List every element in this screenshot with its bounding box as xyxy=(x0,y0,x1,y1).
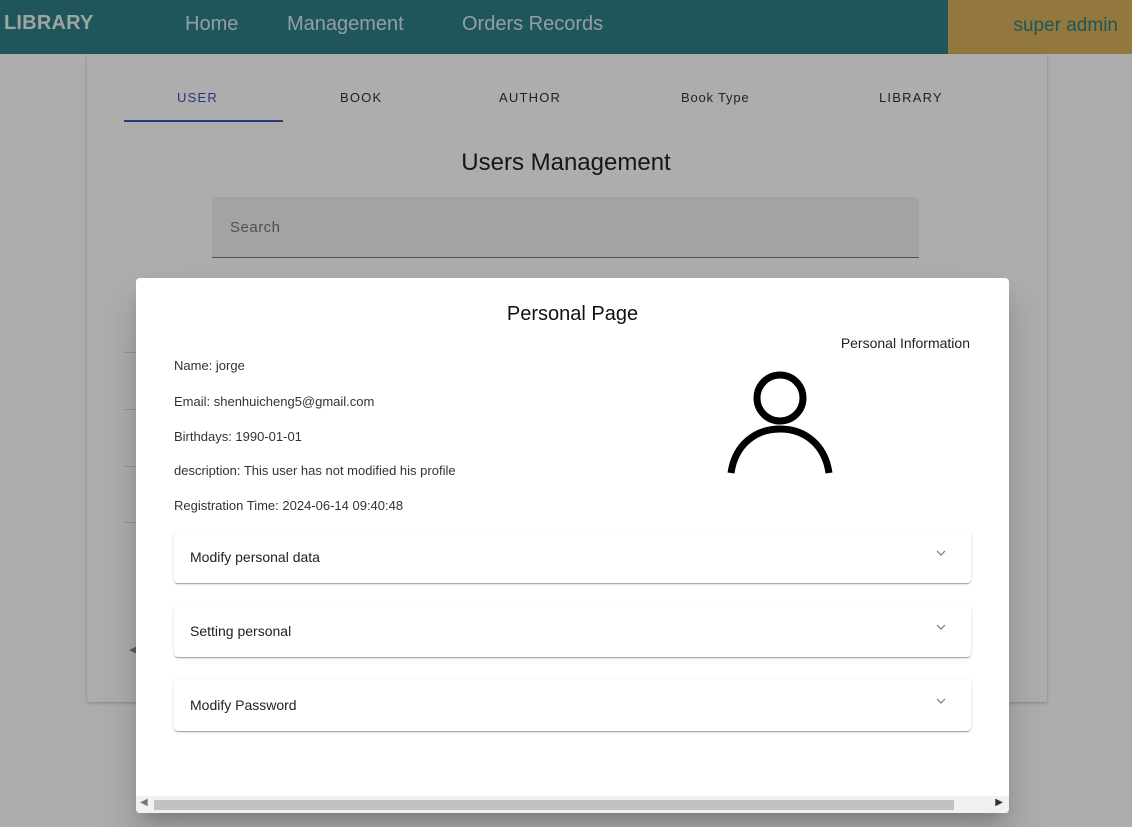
horizontal-scrollbar[interactable]: ◀ ▶ xyxy=(136,796,1009,813)
dialog-title: Personal Page xyxy=(506,303,639,325)
info-registration-time: Registration Time: 2024-06-14 09:40:48 xyxy=(174,498,404,513)
info-description: description: This user has not modified … xyxy=(174,463,456,478)
chevron-down-icon xyxy=(936,624,946,630)
setting-personal-panel[interactable]: Setting personal xyxy=(174,605,971,657)
panel-title: Modify personal data xyxy=(190,549,320,565)
info-name: Name: jorge xyxy=(174,358,245,373)
scroll-right-icon[interactable]: ▶ xyxy=(995,797,1003,808)
panel-title: Setting personal xyxy=(190,623,292,639)
modify-personal-data-panel[interactable]: Modify personal data xyxy=(174,531,971,583)
personal-information-heading: Personal Information xyxy=(840,335,970,351)
modify-password-panel[interactable]: Modify Password xyxy=(174,679,971,731)
panel-title: Modify Password xyxy=(190,697,297,713)
info-email: Email: shenhuicheng5@gmail.com xyxy=(174,394,375,409)
chevron-down-icon xyxy=(936,550,946,556)
personal-page-dialog: Personal Page Personal Information Name:… xyxy=(136,278,1009,813)
info-birthday: Birthdays: 1990-01-01 xyxy=(174,429,302,444)
user-outline-icon xyxy=(727,371,833,474)
chevron-down-icon xyxy=(936,698,946,704)
scroll-left-icon[interactable]: ◀ xyxy=(140,797,148,808)
scrollbar-thumb[interactable] xyxy=(154,800,954,810)
